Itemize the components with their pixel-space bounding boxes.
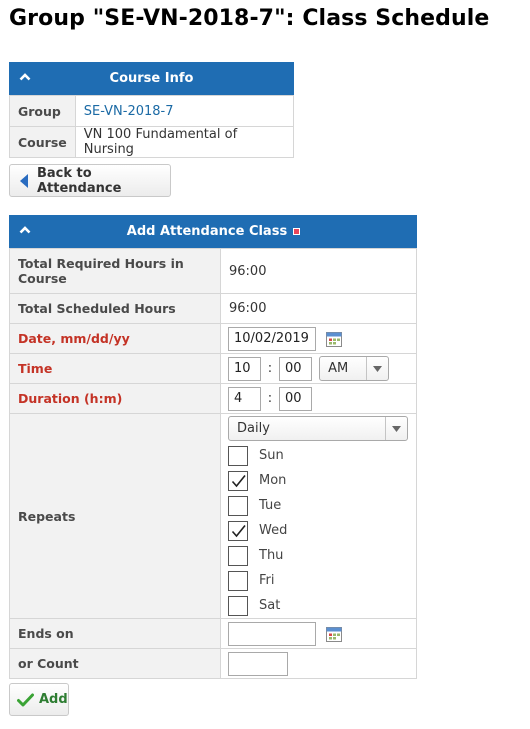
total-required-value: 96:00 — [220, 248, 417, 294]
form-row-count: or Count — [9, 648, 417, 679]
time-label: Time — [9, 353, 221, 384]
course-value: VN 100 Fundamental of Nursing — [74, 126, 295, 158]
form-row-time: Time : AM — [9, 353, 417, 384]
weekday-option-wed[interactable]: Wed — [228, 518, 408, 543]
group-label: Group — [9, 95, 76, 127]
weekday-checkbox[interactable] — [228, 445, 248, 466]
check-icon — [17, 693, 34, 707]
duration-cell: : — [220, 383, 417, 414]
back-to-attendance-button[interactable]: Back to Attendance — [9, 164, 171, 197]
time-minute-input[interactable] — [279, 356, 312, 381]
total-scheduled-value: 96:00 — [220, 293, 417, 324]
add-class-form: Total Required Hours in Course 96:00 Tot… — [9, 248, 417, 679]
required-marker-icon — [293, 228, 301, 235]
add-class-title: Add Attendance Class — [126, 224, 288, 239]
date-input[interactable] — [228, 326, 316, 351]
weekday-checkbox[interactable] — [228, 570, 248, 591]
add-button[interactable]: Add — [9, 683, 69, 716]
course-info-row-group: Group SE-VN-2018-7 — [9, 95, 295, 127]
total-scheduled-label: Total Scheduled Hours — [9, 293, 221, 324]
total-required-label: Total Required Hours in Course — [9, 248, 221, 294]
ends-on-input[interactable] — [228, 621, 316, 646]
weekday-label: Thu — [259, 548, 284, 563]
duration-minutes-input[interactable] — [279, 386, 312, 411]
course-info-title: Course Info — [109, 71, 194, 86]
weekday-label: Mon — [259, 473, 287, 488]
count-cell — [220, 648, 417, 679]
weekday-label: Tue — [259, 498, 282, 513]
back-arrow-icon — [19, 173, 29, 189]
chevron-up-icon[interactable] — [19, 71, 31, 83]
time-hour-input[interactable] — [228, 356, 261, 381]
checkmark-icon — [231, 474, 246, 487]
colon: : — [267, 361, 273, 376]
calendar-icon[interactable] — [326, 331, 343, 347]
form-row-repeats: Repeats Daily Sun Mon Tue Wed Thu Fri Sat — [9, 413, 417, 619]
repeats-label: Repeats — [9, 413, 221, 619]
weekday-label: Wed — [259, 523, 288, 538]
repeats-cell: Daily Sun Mon Tue Wed Thu Fri Sat — [220, 413, 417, 619]
course-info-header[interactable]: Course Info — [9, 62, 294, 95]
form-row-total-required: Total Required Hours in Course 96:00 — [9, 248, 417, 294]
weekday-checkbox[interactable] — [228, 495, 248, 516]
course-info-row-course: Course VN 100 Fundamental of Nursing — [9, 126, 295, 158]
chevron-down-icon — [366, 357, 388, 380]
count-input[interactable] — [228, 651, 288, 676]
duration-hours-input[interactable] — [228, 386, 261, 411]
page-title: Group "SE-VN-2018-7": Class Schedule — [9, 6, 490, 31]
weekday-checkbox-list: Sun Mon Tue Wed Thu Fri Sat — [228, 443, 408, 618]
back-to-attendance-label: Back to Attendance — [37, 165, 122, 196]
repeats-select[interactable]: Daily — [228, 416, 408, 441]
form-row-total-scheduled: Total Scheduled Hours 96:00 — [9, 293, 417, 324]
count-label: or Count — [9, 648, 221, 679]
form-row-duration: Duration (h:m) : — [9, 383, 417, 414]
chevron-down-icon — [385, 417, 407, 440]
form-row-ends-on: Ends on — [9, 618, 417, 649]
form-row-date: Date, mm/dd/yy — [9, 323, 417, 354]
weekday-label: Sat — [259, 598, 281, 613]
weekday-option-tue[interactable]: Tue — [228, 493, 408, 518]
weekday-option-sat[interactable]: Sat — [228, 593, 408, 618]
weekday-option-sun[interactable]: Sun — [228, 443, 408, 468]
ends-on-label: Ends on — [9, 618, 221, 649]
weekday-checkbox[interactable] — [228, 470, 248, 491]
weekday-checkbox[interactable] — [228, 595, 248, 616]
checkmark-icon — [231, 524, 246, 537]
weekday-option-thu[interactable]: Thu — [228, 543, 408, 568]
ends-on-cell — [220, 618, 417, 649]
course-label: Course — [9, 126, 76, 158]
add-button-label: Add — [39, 692, 68, 707]
date-label: Date, mm/dd/yy — [9, 323, 221, 354]
weekday-checkbox[interactable] — [228, 545, 248, 566]
add-class-header[interactable]: Add Attendance Class — [9, 215, 417, 248]
date-cell — [220, 323, 417, 354]
course-info-table: Group SE-VN-2018-7 Course VN 100 Fundame… — [9, 95, 295, 158]
repeats-value: Daily — [237, 421, 270, 436]
weekday-checkbox[interactable] — [228, 520, 248, 541]
duration-label: Duration (h:m) — [9, 383, 221, 414]
colon: : — [267, 391, 273, 406]
ampm-select[interactable]: AM — [319, 356, 390, 381]
calendar-icon[interactable] — [326, 626, 343, 642]
ampm-value: AM — [328, 361, 349, 376]
weekday-option-mon[interactable]: Mon — [228, 468, 408, 493]
time-cell: : AM — [220, 353, 417, 384]
chevron-up-icon[interactable] — [19, 224, 31, 236]
weekday-option-fri[interactable]: Fri — [228, 568, 408, 593]
weekday-label: Sun — [259, 448, 284, 463]
weekday-label: Fri — [259, 573, 275, 588]
group-link[interactable]: SE-VN-2018-7 — [74, 95, 295, 127]
